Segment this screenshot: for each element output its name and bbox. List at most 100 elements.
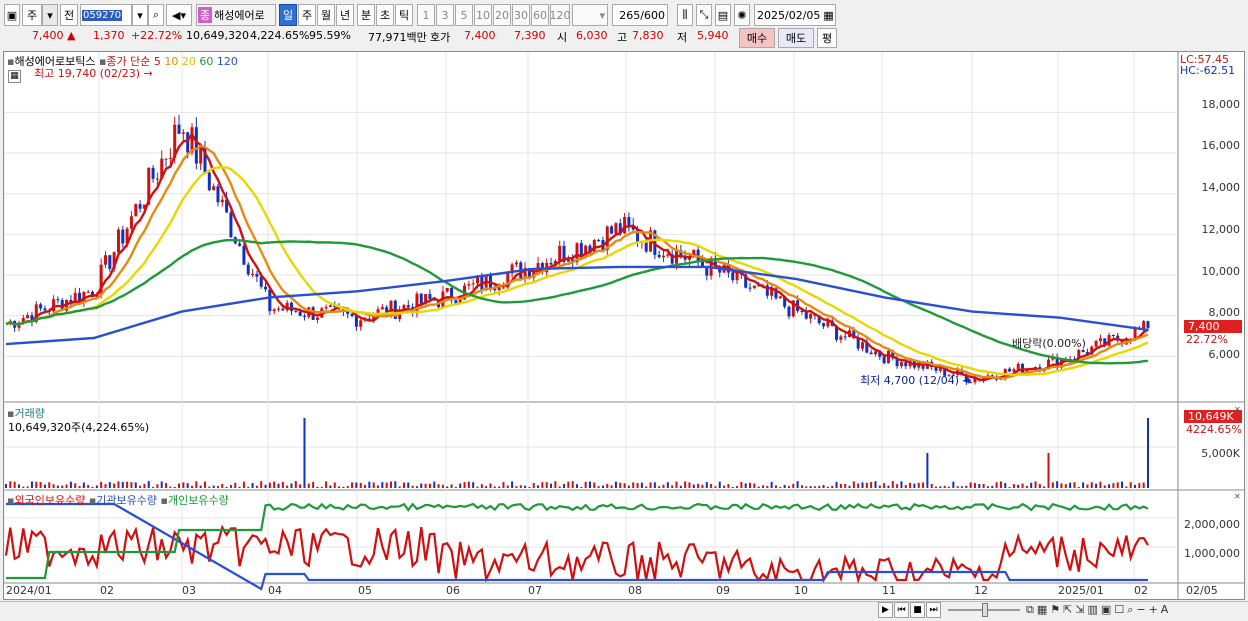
line-tool-icon[interactable]: ⤡ [696,4,712,26]
x-label-2025-01: 2025/01 [1058,584,1104,597]
stock-code-input[interactable]: 059270 [80,4,132,26]
holding-legend-institution: 기관보유수량 [96,494,158,507]
interval-1[interactable]: 1 [417,4,435,26]
volume-bar [727,484,730,488]
volume-bar [848,485,851,488]
volume-bar [221,483,224,488]
data-count-field[interactable]: 265/600 [612,4,668,26]
eval-button[interactable]: 평 [817,28,837,48]
stock-code-value: 059270 [82,9,123,21]
settings-gear-icon[interactable]: ✺ [734,4,750,26]
volume-bar [1112,483,1115,488]
volume-bar [874,481,877,488]
candle-body [748,287,752,289]
volume-bar [688,482,691,488]
search-icon[interactable]: ⌕ [148,4,164,26]
scroll-end-left-icon[interactable]: ⏮ [894,602,909,618]
volume-bar [1021,483,1024,488]
buy-button[interactable]: 매수 [739,28,775,48]
interval-60[interactable]: 60 [531,4,549,26]
interval-30[interactable]: 30 [512,4,530,26]
volume-bar [441,484,444,488]
last-rate-tag: 22.72% [1186,333,1228,346]
tab-period-month[interactable]: 월 [317,4,335,26]
stock-name: 해성에어로 [214,9,265,22]
candle-body [415,293,419,314]
interval-3[interactable]: 3 [436,4,454,26]
volume-bar [169,486,172,488]
stock-code-dropdown-icon[interactable]: ▾ [132,4,148,26]
volume-bar [372,482,375,488]
interval-5[interactable]: 5 [455,4,473,26]
volume-bar [91,486,94,488]
period-type-dropdown-icon[interactable]: ▾ [42,4,58,26]
volume-bar [489,483,492,488]
save-icon[interactable]: ▤ [715,4,731,26]
y-tick-10000: 10,000 [1201,265,1241,278]
ma-legend-120: 120 [216,55,238,68]
tab-period-day[interactable]: 일 [279,4,297,26]
tab-period-tick[interactable]: 틱 [395,4,413,26]
candle-body [238,243,242,246]
date-field[interactable]: 2025/02/05 ▦ [754,4,836,26]
period-type-select[interactable]: 주 [22,4,42,26]
sound-icon[interactable]: ◀▾ [166,4,192,26]
interval-120[interactable]: 120 [550,4,570,26]
ma-legend-10: 10 [164,55,179,68]
volume-bar [364,484,367,488]
volume-bar [506,485,509,488]
chart-canvas[interactable] [4,52,1244,599]
window-menu-icon[interactable]: ▣ [4,4,20,26]
compare-button[interactable]: 전 [60,4,78,26]
volume-bar [511,481,514,488]
candle-body [229,212,233,238]
candle-body [251,273,255,275]
zoom-slider-thumb[interactable] [982,603,988,617]
volume-bar [1030,482,1033,488]
candle-body [627,217,631,226]
candle-body [298,311,302,316]
volume-bar [1025,485,1028,488]
volume-bar [528,486,531,488]
high-label: 고 [617,31,628,44]
volume-bar [779,486,782,488]
candle-body [549,262,553,265]
candle-body [164,158,168,160]
volume-y-tick: 5,000K [1201,447,1240,460]
volume-bar [705,482,708,488]
scroll-end-right-icon[interactable]: ⏭ [926,602,941,618]
stop-icon[interactable]: ■ [910,602,925,618]
candle-body [843,336,847,338]
candle-body [199,147,203,164]
volume-bar [165,483,168,488]
volume-close-icon[interactable]: ✕ [1234,405,1241,414]
calendar-icon[interactable]: ▦ [823,9,833,22]
bid-price: 7,390 [514,29,546,42]
table-toggle-icon[interactable]: ▦ [8,70,21,83]
y-tick-8000: 8,000 [1208,306,1241,319]
sell-button[interactable]: 매도 [778,28,814,48]
volume-bar [156,484,159,488]
candle-icon[interactable]: ⫼ [677,4,693,26]
holding-close-icon[interactable]: ✕ [1234,492,1241,501]
candle-body [1146,321,1150,328]
tab-period-second[interactable]: 초 [376,4,394,26]
candle-body [354,316,358,327]
interval-10[interactable]: 10 [474,4,492,26]
tab-period-year[interactable]: 년 [336,4,354,26]
scroll-right-icon[interactable]: ▶ [878,602,893,618]
candle-body [822,323,826,327]
bottom-tool-icons[interactable]: ⧉▦⚑⇱⇲▥▣☐⌕−+A [1026,603,1171,617]
candle-body [359,320,363,327]
interval-custom-select[interactable]: ▾ [572,4,608,26]
low-note: 최저 4,700 (12/04) ➜ [860,374,972,387]
volume-bar [1103,485,1106,488]
x-label-11: 11 [882,584,896,597]
interval-20[interactable]: 20 [493,4,511,26]
volume-bar [203,481,206,488]
volume-bar [260,481,263,488]
tab-period-minute[interactable]: 분 [357,4,375,26]
volume-bar [1142,482,1145,488]
volume-bar [1086,484,1089,488]
tab-period-week[interactable]: 주 [298,4,316,26]
